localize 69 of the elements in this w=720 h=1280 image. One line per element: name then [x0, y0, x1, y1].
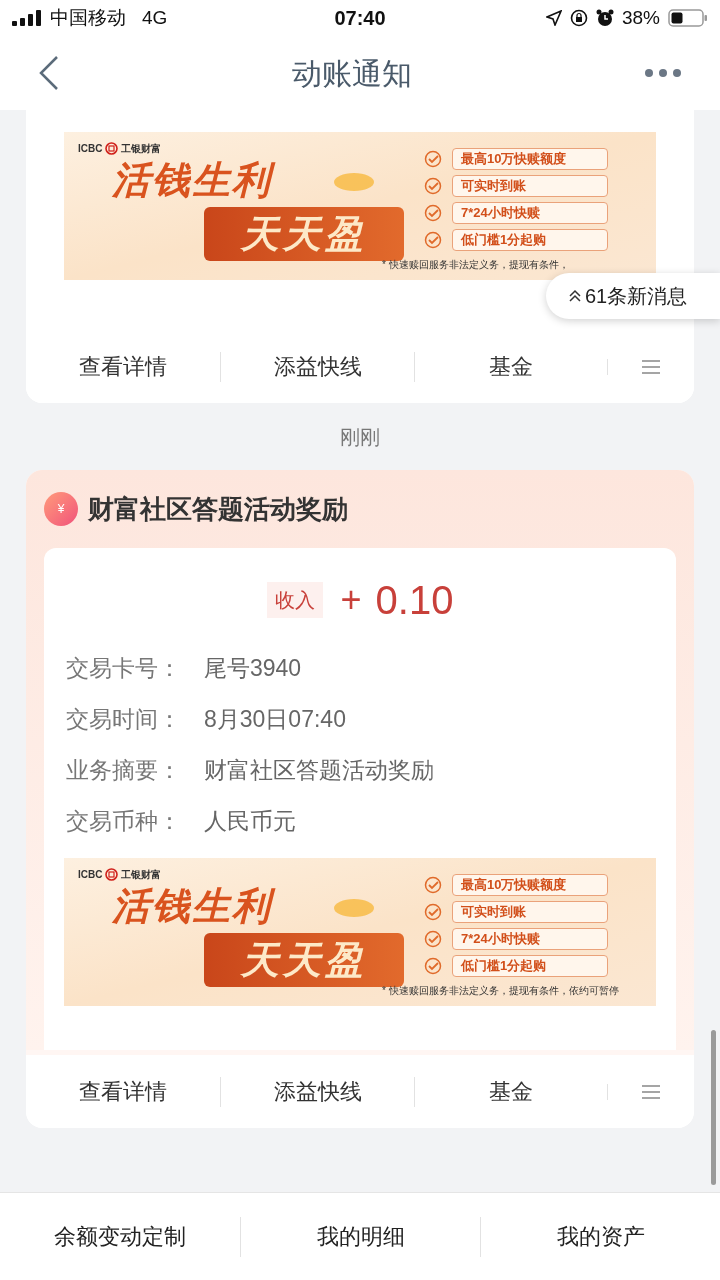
disclaimer: * 快速赎回服务非法定义务，提现有条件，依约可暂停: [382, 985, 619, 997]
back-icon[interactable]: [38, 55, 60, 91]
feature-tag: 可实时到账: [452, 901, 608, 923]
field-label: 交易时间：: [66, 705, 182, 735]
field-label: 业务摘要：: [66, 756, 182, 786]
check-icon: [424, 204, 442, 222]
action-link[interactable]: 添益快线: [273, 1076, 362, 1107]
bottom-tab[interactable]: 我的明细: [316, 1216, 405, 1257]
rotation-lock-icon: [569, 9, 588, 27]
field-value: 人民币元: [204, 807, 296, 837]
bottom-tab[interactable]: 我的资产: [556, 1216, 645, 1257]
signal-icon: [12, 10, 44, 26]
feature-tag: 低门槛1分起购: [452, 229, 608, 251]
location-icon: [545, 10, 562, 26]
new-messages-pill[interactable]: 61条新消息: [546, 273, 720, 319]
action-link[interactable]: 基金: [489, 1076, 533, 1107]
brand-logo-text: ICBC: [78, 142, 103, 156]
card-title: 财富社区答题活动奖励: [88, 492, 348, 526]
field-value: 8月30日07:40: [204, 705, 346, 735]
feature-tag: 最高10万快赎额度: [452, 874, 608, 896]
feature-tag: 最高10万快赎额度: [452, 148, 608, 170]
amount: 0.10: [375, 577, 454, 624]
double-chevron-up-icon: [568, 289, 582, 303]
bottom-tab[interactable]: 余额变动定制: [54, 1216, 186, 1257]
check-icon: [424, 231, 442, 249]
menu-icon[interactable]: [641, 1083, 661, 1100]
check-icon: [424, 930, 442, 948]
plus-sign: +: [340, 578, 362, 622]
promo-banner[interactable]: ICBC 工银财富 活钱生利 天天盈 最高10万快赎额度 可实时到账 7*24小时快赎 低门槛1分起购 * 快速赎回服务非法定义务，提现有条件，: [64, 132, 656, 280]
field-value: 尾号3940: [204, 654, 302, 684]
network-type: 4G: [142, 5, 168, 30]
clock: 07:40: [334, 6, 386, 31]
action-link[interactable]: 添益快线: [273, 351, 362, 382]
feature-tag: 低门槛1分起购: [452, 955, 608, 977]
coin-icon: [332, 170, 376, 194]
check-icon: [424, 150, 442, 168]
coin-icon: [332, 896, 376, 920]
action-link[interactable]: 查看详情: [79, 351, 167, 382]
wallet-icon: ¥: [44, 492, 78, 526]
action-link[interactable]: 基金: [489, 351, 533, 382]
battery-icon: [668, 9, 708, 27]
highlight-label: 天天盈: [204, 207, 404, 261]
brand-name: 工银财富: [121, 868, 162, 882]
promo-banner[interactable]: ICBC 工银财富 活钱生利 天天盈 最高10万快赎额度 可实时到账 7*24小时快赎 低门槛1分起购 * 快速赎回服务非法定义务，提现有条件，依约可暂停: [64, 858, 656, 1006]
check-icon: [424, 957, 442, 975]
field-label: 交易卡号：: [66, 654, 182, 684]
more-icon[interactable]: [644, 68, 682, 78]
field-label: 交易币种：: [66, 807, 182, 837]
alarm-icon: [595, 9, 614, 27]
feature-tag: 7*24小时快赎: [452, 928, 608, 950]
menu-icon[interactable]: [641, 358, 661, 375]
brand-logo-text: ICBC: [78, 868, 103, 882]
feature-tag: 可实时到账: [452, 175, 608, 197]
disclaimer: * 快速赎回服务非法定义务，提现有条件，: [382, 259, 569, 271]
action-link[interactable]: 查看详情: [79, 1076, 167, 1107]
check-icon: [424, 903, 442, 921]
page-title: 动账通知: [292, 55, 412, 92]
brand-name: 工银财富: [121, 142, 162, 156]
bank-emblem-icon: [105, 142, 119, 155]
battery-percent: 38%: [621, 5, 660, 30]
field-value: 财富社区答题活动奖励: [204, 756, 434, 786]
income-tag: 收入: [266, 582, 323, 618]
check-icon: [424, 876, 442, 894]
carrier: 中国移动: [50, 5, 126, 30]
feature-tag: 7*24小时快赎: [452, 202, 608, 224]
timestamp: 刚刚: [340, 424, 380, 450]
check-icon: [424, 177, 442, 195]
bank-emblem-icon: [105, 868, 119, 881]
highlight-label: 天天盈: [204, 933, 404, 987]
